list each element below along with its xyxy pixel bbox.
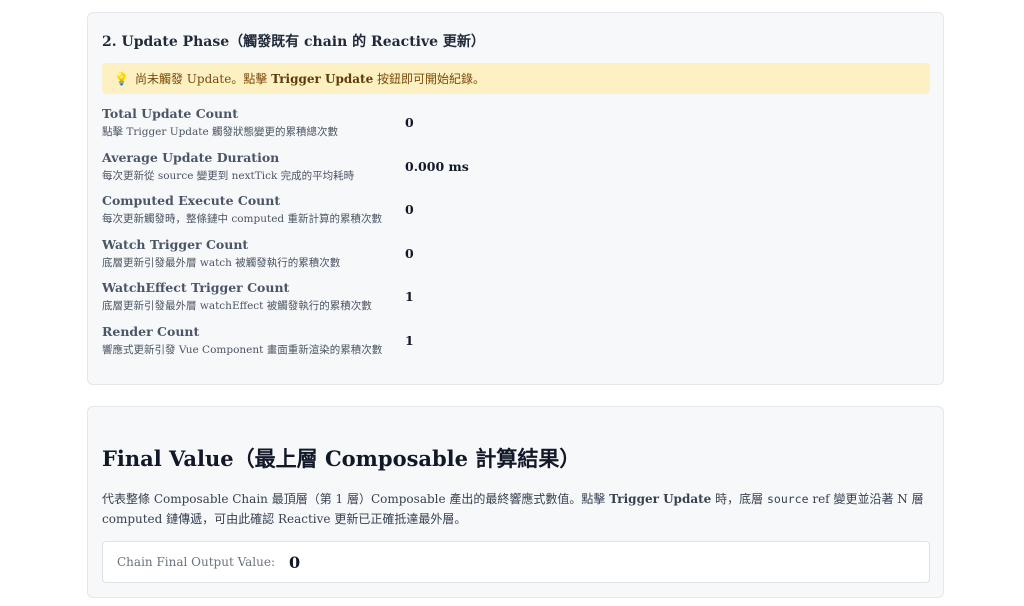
metric-average-update-duration: Average Update Duration 每次更新從 source 變更到… bbox=[102, 148, 922, 192]
notice-text-before: 尚未觸發 Update。點擊 bbox=[134, 72, 268, 86]
metric-watcheffect-trigger-count: WatchEffect Trigger Count 底層更新引發最外層 watc… bbox=[102, 278, 922, 322]
metric-computed-execute-count: Computed Execute Count 每次更新觸發時，整條鏈中 comp… bbox=[102, 191, 922, 235]
metric-name: Total Update Count bbox=[102, 106, 238, 121]
notice-trigger-ref: Trigger Update bbox=[271, 72, 374, 86]
metric-value: 0 bbox=[405, 115, 414, 130]
desc-code: source bbox=[766, 492, 809, 506]
final-value-card: Final Value（最上層 Composable 計算結果） 代表整條 Co… bbox=[87, 406, 944, 598]
metric-value: 0 bbox=[405, 202, 414, 218]
desc-part: 代表整條 Composable Chain 最頂層（第 1 層）Composab… bbox=[102, 492, 606, 506]
final-value-title: Final Value（最上層 Composable 計算結果） bbox=[102, 446, 581, 471]
metric-value: 1 bbox=[405, 332, 414, 348]
metric-desc: 底層更新引發最外層 watch 被觸發執行的累積次數 bbox=[102, 256, 341, 269]
metric-desc: 點擊 Trigger Update 觸發狀態變更的累積總次數 bbox=[102, 126, 339, 138]
final-value-description: 代表整條 Composable Chain 最頂層（第 1 層）Composab… bbox=[102, 489, 932, 529]
desc-trigger-ref: Trigger Update bbox=[609, 492, 712, 506]
notice-text-after: 按鈕即可開始紀錄。 bbox=[377, 72, 486, 86]
metric-name: Watch Trigger Count bbox=[102, 236, 249, 252]
metric-desc: 響應式更新引發 Vue Component 畫面重新渲染的累積次數 bbox=[102, 343, 383, 356]
metric-render-count: Render Count 響應式更新引發 Vue Component 畫面重新渲… bbox=[102, 322, 922, 366]
metric-name: WatchEffect Trigger Count bbox=[102, 280, 290, 296]
lightbulb-icon: 💡 bbox=[114, 71, 129, 86]
metric-value: 0 bbox=[405, 245, 414, 261]
final-output-label: Chain Final Output Value: bbox=[117, 555, 276, 569]
metric-total-update-count: Total Update Count 點擊 Trigger Update 觸發狀… bbox=[102, 104, 922, 148]
metric-watch-trigger-count: Watch Trigger Count 底層更新引發最外層 watch 被觸發執… bbox=[102, 235, 922, 279]
final-output-value: 0 bbox=[289, 552, 301, 572]
metric-value: 0.000 ms bbox=[405, 158, 469, 174]
update-phase-card: 2. Update Phase（觸發既有 chain 的 Reactive 更新… bbox=[87, 12, 944, 385]
metric-desc: 每次更新從 source 變更到 nextTick 完成的平均耗時 bbox=[102, 169, 355, 182]
metrics-list: Total Update Count 點擊 Trigger Update 觸發狀… bbox=[102, 104, 922, 366]
final-output-box: Chain Final Output Value: 0 bbox=[102, 541, 930, 583]
metric-name: Render Count bbox=[102, 323, 200, 339]
update-notice: 💡 尚未觸發 Update。點擊 Trigger Update 按鈕即可開始紀錄… bbox=[102, 63, 930, 94]
metric-desc: 每次更新觸發時，整條鏈中 computed 重新計算的累積次數 bbox=[102, 213, 382, 226]
metric-name: Average Update Duration bbox=[102, 149, 280, 165]
metric-name: Computed Execute Count bbox=[102, 193, 281, 209]
metric-value: 1 bbox=[405, 289, 414, 305]
desc-part: 時，底層 bbox=[715, 492, 764, 506]
metric-desc: 底層更新引發最外層 watchEffect 被觸發執行的累積次數 bbox=[102, 300, 372, 313]
update-phase-title: 2. Update Phase（觸發既有 chain 的 Reactive 更新… bbox=[102, 34, 485, 50]
